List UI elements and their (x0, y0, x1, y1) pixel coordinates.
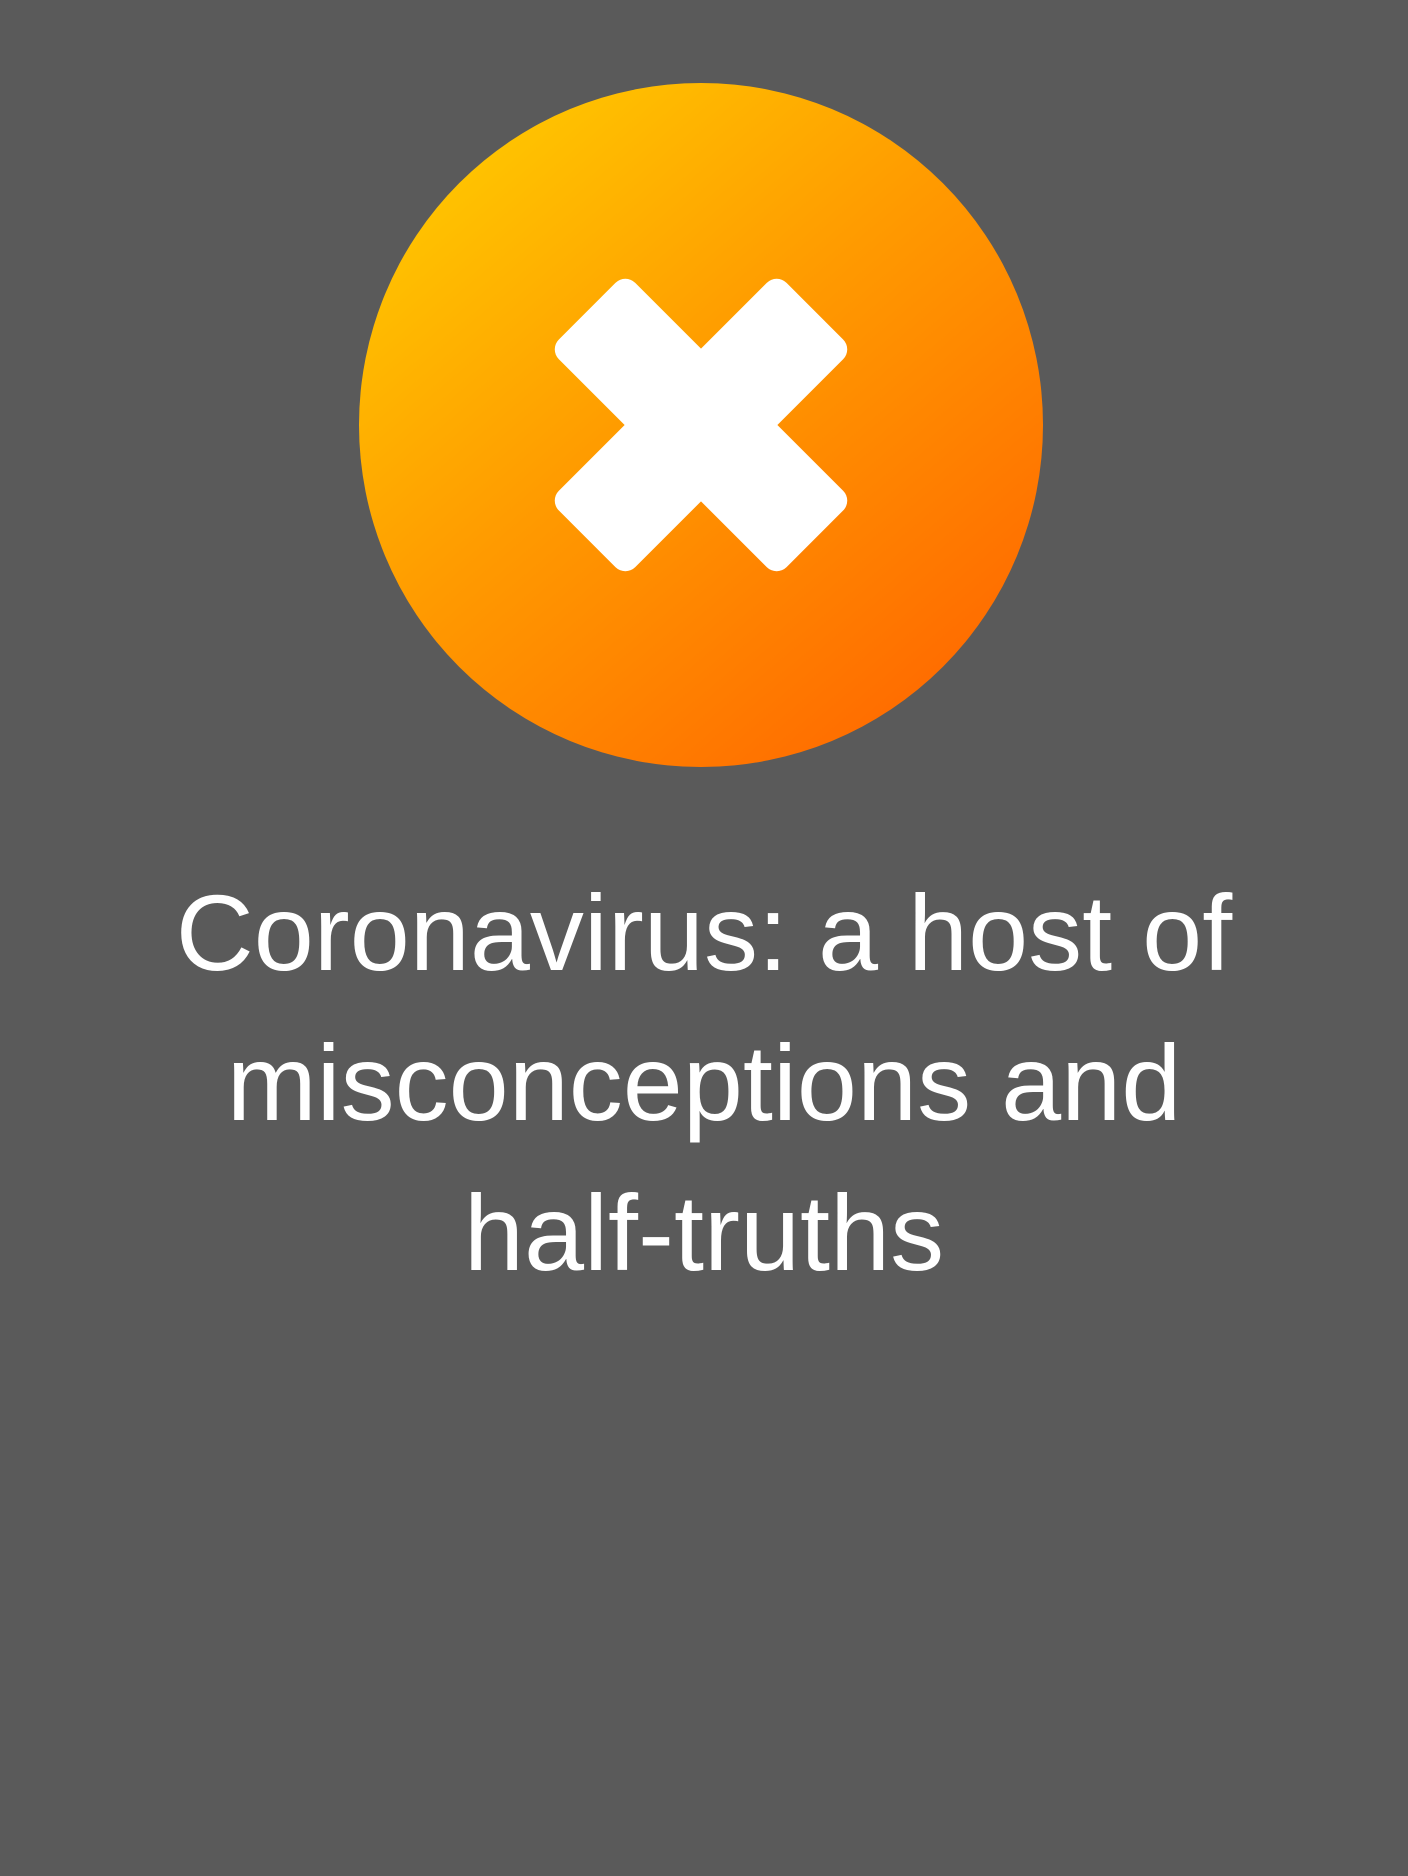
close-icon (359, 83, 1043, 767)
poster: Coronavirus: a host of misconceptions an… (0, 0, 1408, 1876)
headline-line-3: half-truths (463, 1172, 945, 1293)
error-badge (359, 83, 1043, 767)
headline-line-1: Coronavirus: a host of (175, 872, 1233, 993)
headline: Coronavirus: a host of misconceptions an… (84, 858, 1324, 1308)
headline-line-2: misconceptions and (226, 1022, 1182, 1143)
